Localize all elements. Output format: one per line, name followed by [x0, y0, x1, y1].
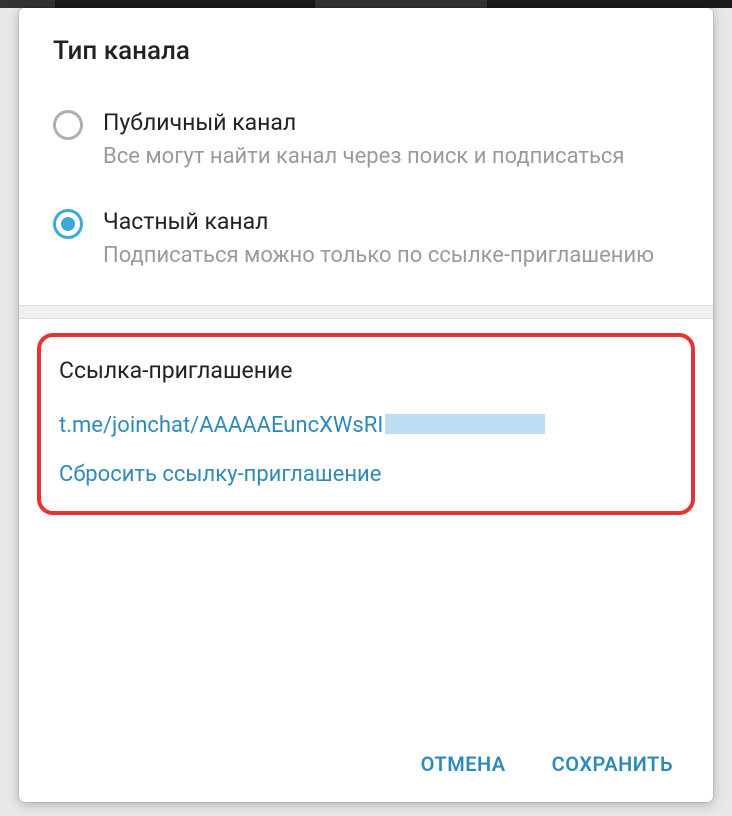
radio-checked-icon [53, 209, 83, 239]
radio-text-group: Публичный канал Все могут найти канал че… [103, 108, 679, 173]
invite-link-text: t.me/joinchat/AAAAAEuncXWsRI [59, 413, 383, 438]
dialog-title: Тип канала [53, 36, 679, 66]
redacted-region [385, 414, 545, 434]
radio-description: Все могут найти канал через поиск и подп… [103, 142, 679, 173]
cancel-button[interactable]: ОТМЕНА [421, 752, 506, 776]
radio-text-group: Частный канал Подписаться можно только п… [103, 207, 679, 272]
radio-label: Частный канал [103, 207, 679, 237]
save-button[interactable]: СОХРАНИТЬ [552, 752, 673, 776]
invite-link-section: Ссылка-приглашение t.me/joinchat/AAAAAEu… [19, 319, 713, 728]
radio-label: Публичный канал [103, 108, 679, 138]
highlight-annotation: Ссылка-приглашение t.me/joinchat/AAAAAEu… [37, 333, 695, 515]
channel-type-private-option[interactable]: Частный канал Подписаться можно только п… [53, 207, 679, 272]
channel-type-section: Тип канала Публичный канал Все могут най… [19, 8, 713, 305]
radio-description: Подписаться можно только по ссылке-пригл… [103, 241, 679, 272]
channel-type-dialog: Тип канала Публичный канал Все могут най… [19, 8, 713, 802]
reset-invite-link[interactable]: Сбросить ссылку-приглашение [59, 462, 673, 487]
invite-section-title: Ссылка-приглашение [59, 357, 673, 384]
section-separator [19, 305, 713, 319]
window-backdrop [0, 0, 732, 8]
dialog-footer: ОТМЕНА СОХРАНИТЬ [19, 728, 713, 802]
invite-link-row[interactable]: t.me/joinchat/AAAAAEuncXWsRI [59, 412, 673, 438]
channel-type-public-option[interactable]: Публичный канал Все могут найти канал че… [53, 108, 679, 173]
radio-unchecked-icon [53, 110, 83, 140]
